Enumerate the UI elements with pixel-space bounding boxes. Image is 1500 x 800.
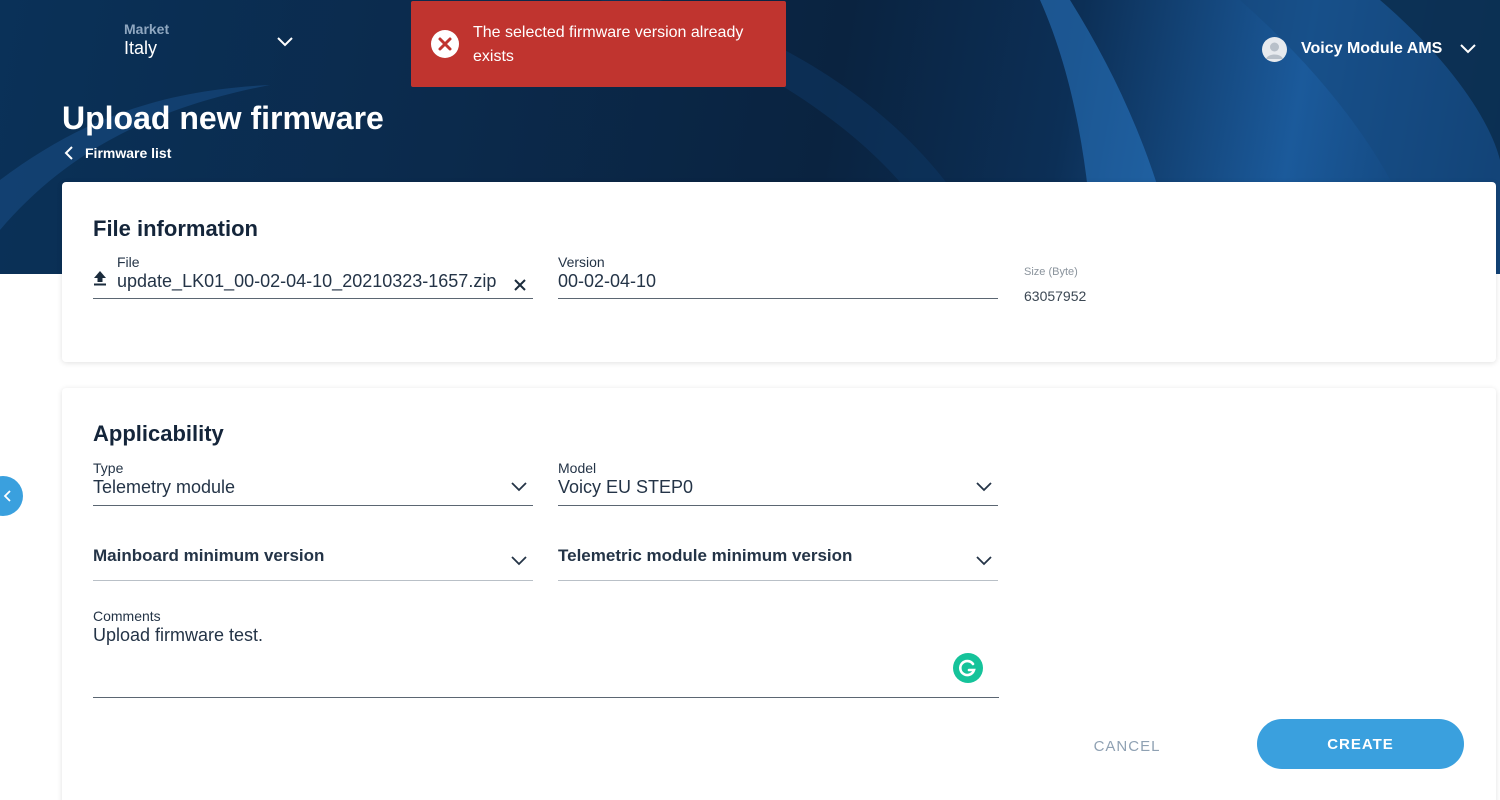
error-toast: The selected firmware version already ex… — [411, 1, 786, 87]
chevron-down-icon[interactable] — [976, 482, 992, 492]
file-field[interactable]: File update_LK01_00-02-04-10_20210323-16… — [93, 254, 533, 299]
model-select[interactable]: Model Voicy EU STEP0 — [558, 460, 998, 506]
comments-value: Upload firmware test. — [93, 625, 264, 645]
telemetric-min-version-label: Telemetric module minimum version — [558, 546, 853, 565]
cancel-button[interactable]: CANCEL — [1072, 721, 1182, 771]
market-selector[interactable]: Market Italy — [124, 21, 304, 59]
chevron-down-icon[interactable] — [976, 556, 992, 566]
comments-field[interactable]: Comments Upload firmware test. — [93, 608, 999, 698]
upload-icon[interactable] — [93, 270, 107, 286]
mainboard-min-version-select[interactable]: Mainboard minimum version — [93, 546, 533, 581]
type-value: Telemetry module — [93, 477, 236, 497]
version-underline — [558, 298, 998, 299]
market-label: Market — [124, 21, 170, 37]
close-icon[interactable] — [513, 278, 527, 292]
error-circle-icon — [431, 30, 459, 58]
comments-label: Comments — [93, 608, 161, 624]
file-underline — [93, 298, 533, 299]
mainboard-underline — [93, 580, 533, 581]
version-field[interactable]: Version 00-02-04-10 — [558, 254, 998, 299]
user-name: Voicy Module AMS — [1301, 40, 1443, 57]
version-value: 00-02-04-10 — [558, 271, 657, 291]
page-title: Upload new firmware — [62, 100, 384, 136]
model-value: Voicy EU STEP0 — [558, 477, 694, 497]
chevron-left-icon — [64, 146, 73, 160]
chevron-left-icon — [3, 490, 11, 502]
telemetric-min-version-select[interactable]: Telemetric module minimum version — [558, 546, 998, 581]
toast-message: The selected firmware version already ex… — [473, 24, 744, 65]
back-link-label: Firmware list — [85, 145, 172, 161]
chevron-down-icon[interactable] — [1460, 44, 1477, 54]
model-underline — [558, 505, 998, 506]
applicability-card: Applicability Type Telemetry module Mode… — [62, 388, 1496, 800]
back-link-firmware-list[interactable]: Firmware list — [64, 145, 171, 161]
type-select[interactable]: Type Telemetry module — [93, 460, 533, 506]
telemetric-underline — [558, 580, 998, 581]
chevron-down-icon[interactable] — [277, 37, 293, 47]
sidebar-toggle-button[interactable] — [0, 476, 23, 516]
chevron-down-icon[interactable] — [511, 556, 527, 566]
type-label: Type — [93, 460, 124, 476]
file-information-title: File information — [93, 216, 258, 241]
user-menu[interactable]: Voicy Module AMS — [1262, 35, 1477, 63]
size-value: 63057952 — [1024, 288, 1087, 304]
file-value: update_LK01_00-02-04-10_20210323-1657.zi… — [117, 271, 497, 291]
grammarly-icon[interactable] — [953, 653, 983, 683]
create-button[interactable]: CREATE — [1257, 719, 1464, 769]
comments-underline — [93, 697, 999, 698]
size-label: Size (Byte) — [1024, 266, 1078, 278]
file-label: File — [117, 254, 140, 270]
user-avatar-icon — [1262, 36, 1287, 62]
version-label: Version — [558, 254, 605, 270]
file-information-card: File information File update_LK01_00-02-… — [62, 182, 1496, 362]
applicability-title: Applicability — [93, 421, 224, 446]
type-underline — [93, 505, 533, 506]
chevron-down-icon[interactable] — [511, 482, 527, 492]
model-label: Model — [558, 460, 597, 476]
mainboard-min-version-label: Mainboard minimum version — [93, 546, 325, 565]
